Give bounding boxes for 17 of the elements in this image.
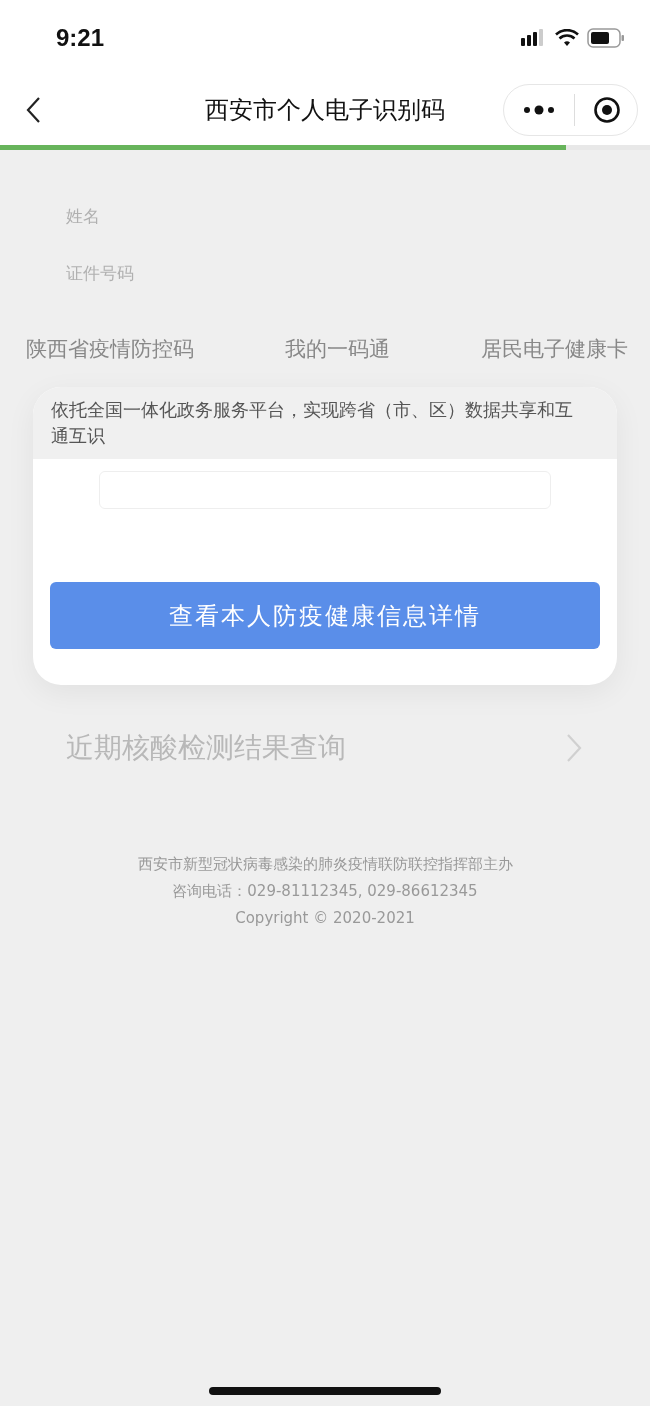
tab[interactable]: 居民电子健康卡: [481, 335, 628, 363]
footer-text: Copyright © 2020-2021: [235, 909, 415, 927]
notice-text: 依托全国一体化政务服务平台，实现跨省（市、区）数据共享和互通互识: [33, 387, 617, 459]
battery-icon: [587, 27, 625, 48]
close-icon[interactable]: [593, 96, 621, 124]
tab[interactable]: 陕西省疫情防控码: [26, 335, 194, 363]
tab[interactable]: 我的一码通: [285, 335, 390, 363]
wifi-icon: [555, 28, 579, 47]
footer-text: 咨询电话：029-81112345, 029-86612345: [172, 882, 478, 901]
back-icon[interactable]: [25, 96, 41, 124]
info-label: 证件号码: [66, 262, 135, 285]
info-label: 姓名: [66, 205, 101, 228]
footer-text: 西安市新型冠状病毒感染的肺炎疫情联防联控指挥部主办: [137, 855, 513, 874]
page-title: 西安市个人电子识别码: [205, 95, 445, 126]
health-details-button[interactable]: 查看本人防疫健康信息详情: [50, 582, 600, 649]
more-icon[interactable]: [522, 104, 556, 116]
status-time: 9:21: [56, 23, 105, 52]
